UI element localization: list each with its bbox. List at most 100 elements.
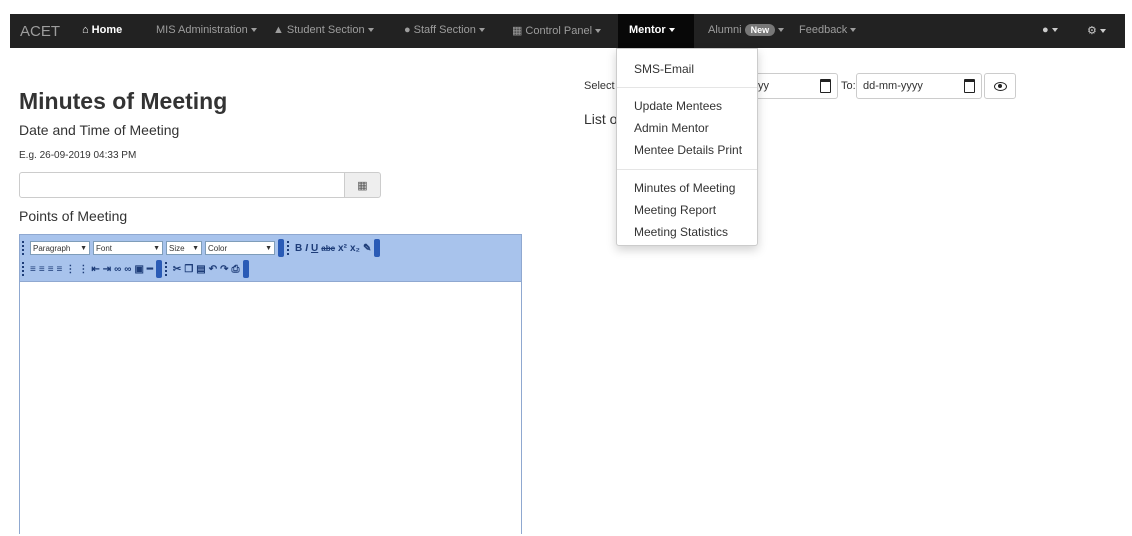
align-right-icon[interactable]: ≡ [48, 264, 54, 275]
cut-icon[interactable]: ✂ [173, 264, 181, 275]
menu-item-minutes-of-meeting[interactable]: Minutes of Meeting [634, 181, 735, 195]
brand-logo[interactable]: ACET [20, 23, 60, 40]
menu-item-admin-mentor[interactable]: Admin Mentor [634, 121, 709, 135]
user-menu[interactable]: ● [1042, 24, 1058, 36]
caret-down-icon [595, 29, 602, 34]
caret-down-icon [1051, 28, 1058, 33]
unordered-list-icon[interactable]: ⋮ [78, 264, 88, 275]
to-label: To: [841, 80, 856, 92]
calendar-icon [964, 79, 975, 93]
calendar-button[interactable]: ▦ [344, 172, 381, 198]
user-icon: ● [404, 24, 411, 36]
page-title: Minutes of Meeting [19, 88, 228, 114]
view-button[interactable] [984, 73, 1016, 99]
link-icon[interactable]: ∞ [114, 264, 121, 275]
align-justify-icon[interactable]: ≡ [57, 264, 63, 275]
strikethrough-icon[interactable]: abc [321, 244, 335, 253]
subscript-icon[interactable]: x₂ [350, 243, 360, 254]
nav-student-section[interactable]: ▲ Student Section [273, 24, 374, 36]
ordered-list-icon[interactable]: ⋮ [65, 264, 75, 275]
nav-alumni-label: Alumni [708, 24, 742, 36]
nav-control-label: Control Panel [525, 25, 593, 37]
eraser-icon[interactable]: ✎ [363, 243, 371, 254]
indent-icon[interactable]: ⇥ [103, 264, 111, 275]
grid-icon: ▦ [512, 25, 523, 37]
menu-divider [617, 87, 757, 88]
mentor-dropdown-menu: SMS-Email Update Mentees Admin Mentor Me… [616, 48, 758, 246]
menu-item-mentee-details-print[interactable]: Mentee Details Print [634, 143, 742, 157]
calendar-icon: ▦ [357, 179, 368, 192]
user-icon: ● [1042, 24, 1049, 36]
rich-text-editor: Paragraph ▼ Font ▼ Size ▼ Color ▼ B I U abc … [19, 234, 522, 536]
bold-icon[interactable]: B [295, 243, 302, 254]
top-navbar: ACET ⌂ Home MIS Administration ▲ Student S… [0, 0, 1132, 63]
undo-icon[interactable]: ↶ [209, 264, 217, 275]
nav-home[interactable]: ⌂ Home [82, 24, 122, 36]
nav-mis-administration[interactable]: MIS Administration [156, 24, 257, 36]
italic-icon[interactable]: I [305, 243, 308, 254]
editor-toolbar: Paragraph ▼ Font ▼ Size ▼ Color ▼ B I U abc … [20, 235, 521, 281]
superscript-icon[interactable]: x² [338, 243, 347, 254]
paste-icon[interactable]: ▤ [196, 264, 205, 275]
menu-item-meeting-report[interactable]: Meeting Report [634, 203, 716, 217]
navbar-bar: ACET ⌂ Home MIS Administration ▲ Student S… [10, 14, 1125, 48]
caret-down-icon [478, 28, 485, 33]
to-date-input[interactable]: dd-mm-yyyy [856, 73, 982, 99]
nav-mentor-label: Mentor [629, 24, 666, 36]
align-center-icon[interactable]: ≡ [39, 264, 45, 275]
caret-down-icon [668, 28, 675, 33]
meeting-date-input[interactable] [19, 172, 345, 198]
outdent-icon[interactable]: ⇤ [91, 264, 99, 275]
settings-menu[interactable]: ⚙ [1087, 24, 1106, 37]
paragraph-select[interactable]: Paragraph ▼ [30, 241, 90, 255]
horizontal-rule-icon[interactable]: ━ [147, 264, 153, 275]
align-left-icon[interactable]: ≡ [30, 264, 36, 275]
size-select[interactable]: Size ▼ [166, 241, 202, 255]
copy-icon[interactable]: ❐ [184, 264, 193, 275]
menu-item-sms-email[interactable]: SMS-Email [634, 62, 694, 76]
paragraph-select-label: Paragraph [33, 243, 71, 253]
menu-item-meeting-statistics[interactable]: Meeting Statistics [634, 225, 728, 239]
caret-down-icon [250, 28, 257, 33]
caret-down-icon [1099, 29, 1106, 34]
nav-mentor[interactable]: Mentor [629, 24, 675, 36]
underline-icon[interactable]: U [311, 243, 318, 254]
list-title: List o [584, 111, 618, 127]
color-select-label: Color [208, 243, 228, 253]
new-badge: New [744, 24, 776, 36]
caret-down-icon [778, 28, 785, 33]
toolbar-row-2: ≡ ≡ ≡ ≡ ⋮ ⋮ ⇤ ⇥ ∞ ∞ ▣ ━ ✂ ❐ ▤ ↶ ↷ ⎙ [22, 259, 249, 279]
menu-divider [617, 169, 757, 170]
nav-mis-label: MIS Administration [156, 24, 248, 36]
caret-down-icon [367, 28, 374, 33]
nav-alumni[interactable]: Alumni New [708, 24, 785, 36]
nav-feedback[interactable]: Feedback [799, 24, 857, 36]
nav-control-panel[interactable]: ▦ Control Panel [512, 24, 602, 37]
editor-content-area[interactable] [20, 281, 521, 536]
gear-icon: ⚙ [1087, 25, 1097, 37]
toolbar-end [374, 239, 381, 257]
toolbar-grip [287, 241, 292, 255]
eye-icon [993, 81, 1007, 91]
font-select-label: Font [96, 243, 113, 253]
print-icon[interactable]: ⎙ [232, 264, 240, 275]
date-example-hint: E.g. 26-09-2019 04:33 PM [19, 150, 137, 161]
nav-student-label: Student Section [286, 24, 365, 36]
color-select[interactable]: Color ▼ [205, 241, 275, 255]
menu-item-update-mentees[interactable]: Update Mentees [634, 99, 722, 113]
to-date-value: dd-mm-yyyy [863, 80, 923, 92]
date-time-label: Date and Time of Meeting [19, 122, 180, 138]
nav-staff-section[interactable]: ● Staff Section [404, 24, 485, 36]
toolbar-grip [164, 262, 170, 276]
image-icon[interactable]: ▣ [134, 264, 143, 275]
toolbar-end [242, 260, 249, 278]
toolbar-row-1: Paragraph ▼ Font ▼ Size ▼ Color ▼ B I U abc … [22, 238, 381, 258]
toolbar-end [278, 239, 284, 257]
select-label: Select [584, 80, 615, 92]
font-select[interactable]: Font ▼ [93, 241, 163, 255]
unlink-icon[interactable]: ∞ [124, 264, 131, 275]
toolbar-grip [22, 262, 27, 276]
points-label: Points of Meeting [19, 208, 128, 224]
redo-icon[interactable]: ↷ [220, 264, 228, 275]
toolbar-end [155, 260, 162, 278]
